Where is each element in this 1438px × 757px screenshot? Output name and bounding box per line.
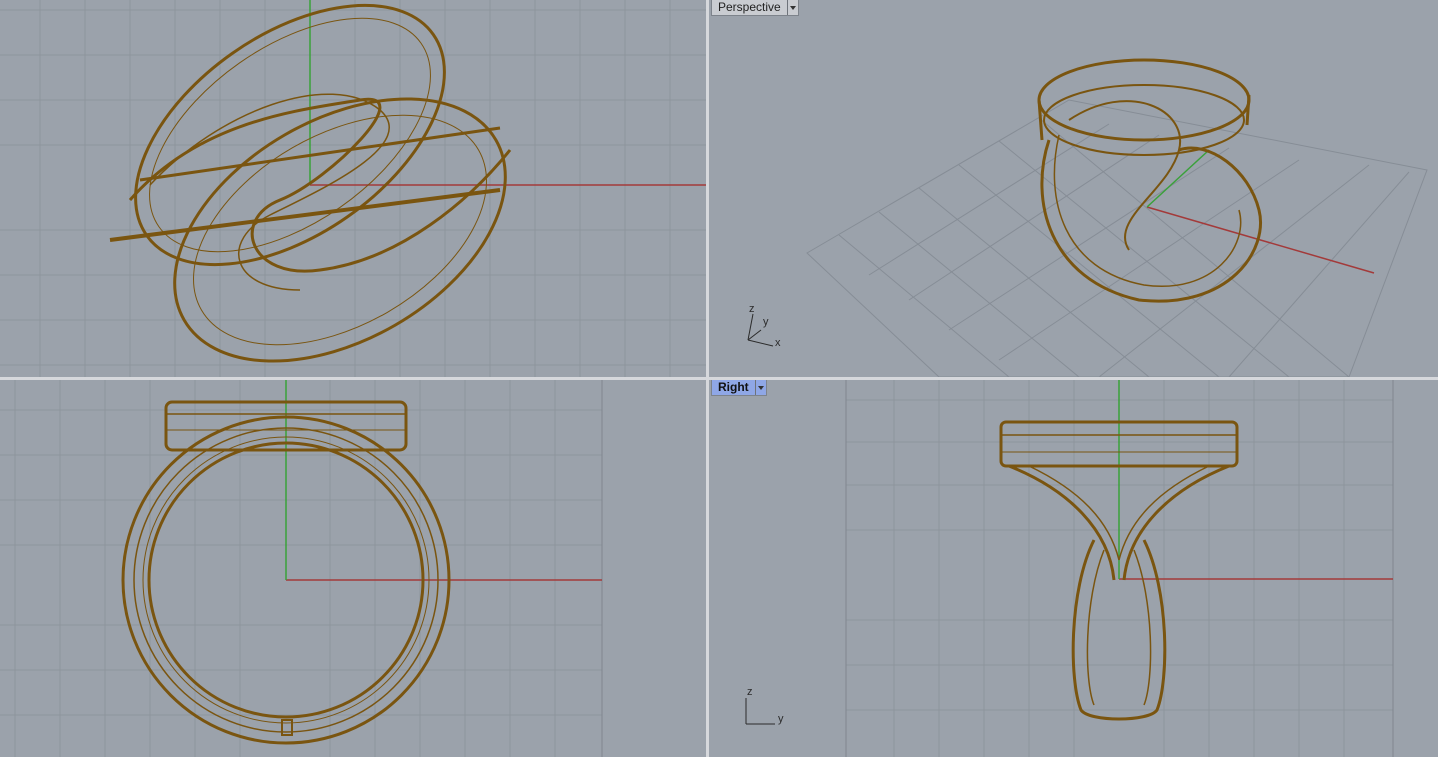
viewport-menu-dropdown[interactable]: [754, 380, 766, 395]
viewport-perspective[interactable]: Perspective z y x: [709, 0, 1438, 377]
axis-indicator: z y: [743, 686, 793, 730]
chevron-down-icon: [757, 385, 764, 390]
grid: [0, 0, 706, 377]
y-axis-label: y: [778, 713, 784, 725]
perspective-view-canvas[interactable]: [709, 0, 1438, 377]
viewport-title: Right: [718, 380, 749, 394]
chevron-down-icon: [789, 5, 796, 10]
y-axis-label: y: [763, 316, 769, 328]
y-axis-line: [1146, 149, 1210, 208]
axis-indicator: z y x: [743, 302, 793, 352]
viewport-right[interactable]: Right z y: [709, 380, 1438, 757]
viewport-title: Perspective: [718, 0, 781, 14]
perspective-grid: [806, 99, 1428, 377]
viewport-top[interactable]: [0, 0, 706, 377]
ring-wireframe: [1037, 58, 1262, 303]
top-view-canvas[interactable]: [0, 0, 706, 377]
tab-right[interactable]: Right: [711, 380, 767, 396]
right-view-canvas[interactable]: [709, 380, 1438, 757]
tab-perspective[interactable]: Perspective: [711, 0, 799, 16]
x-axis-label: x: [775, 337, 781, 349]
viewport-front[interactable]: [0, 380, 706, 757]
z-axis-label: z: [747, 686, 753, 698]
z-axis-label: z: [749, 303, 755, 315]
viewport-menu-dropdown[interactable]: [786, 0, 798, 15]
grid: [0, 380, 603, 757]
front-view-canvas[interactable]: [0, 380, 706, 757]
